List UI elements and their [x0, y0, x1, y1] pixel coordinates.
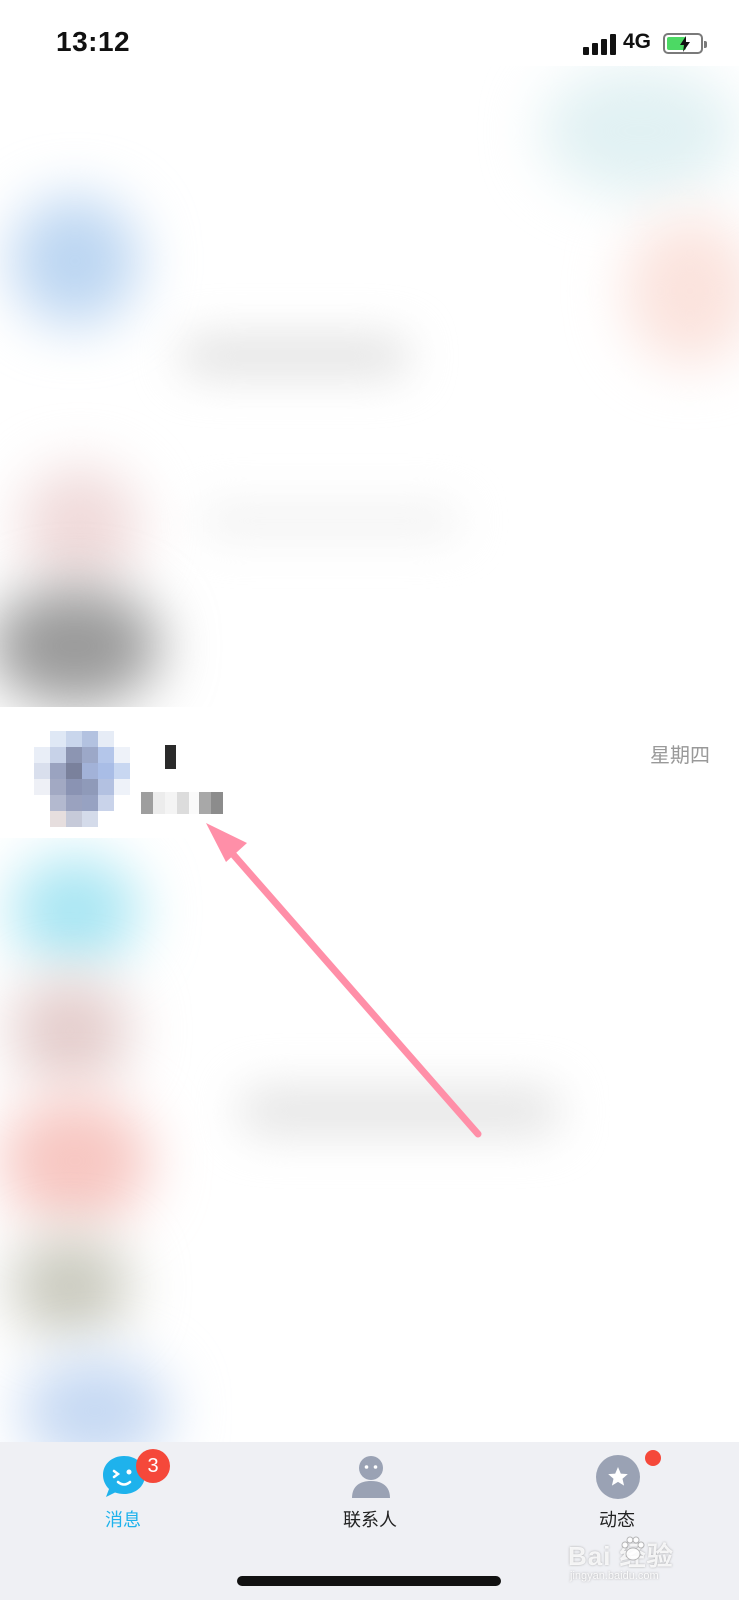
watermark-url: jingyan.baidu.com	[570, 1570, 659, 1582]
blurred-text	[200, 506, 460, 536]
status-bar: 13:12 4G	[0, 0, 739, 66]
battery-icon	[663, 33, 707, 54]
blurred-avatar	[20, 466, 140, 586]
blurred-text	[240, 1086, 560, 1136]
app-screen: 13:12 4G 星期四 3 消息 联系人 动态 Bai 经验 jingyan.…	[0, 0, 739, 1600]
blurred-avatar	[20, 1356, 170, 1442]
blurred-avatar	[0, 586, 160, 706]
star-feed-icon	[596, 1455, 640, 1499]
blurred-avatar	[625, 216, 739, 366]
blurred-avatar	[0, 1096, 150, 1226]
contact-name-redacted	[165, 745, 176, 769]
unread-count-badge: 3	[136, 1449, 170, 1483]
cellular-signal-icon	[583, 33, 617, 55]
chat-row-focused[interactable]: 星期四	[0, 707, 739, 838]
network-type: 4G	[623, 30, 652, 53]
tab-label-feed: 动态	[599, 1510, 635, 1530]
contact-avatar	[34, 731, 130, 827]
charging-bolt-icon	[680, 36, 690, 52]
message-preview-redacted	[141, 792, 223, 814]
status-time: 13:12	[56, 26, 131, 57]
blurred-avatar	[10, 856, 140, 966]
blurred-text	[180, 336, 410, 376]
tab-messages[interactable]: 3 消息	[43, 1442, 203, 1552]
new-activity-dot	[645, 1450, 661, 1466]
blurred-avatar	[10, 976, 130, 1086]
baidu-paw-icon	[621, 1536, 645, 1561]
tab-contacts[interactable]: 联系人	[290, 1442, 450, 1552]
blurred-avatar	[10, 1236, 130, 1336]
baidu-jingyan-watermark: Bai 经验 jingyan.baidu.com	[566, 1530, 716, 1588]
home-indicator[interactable]	[237, 1576, 501, 1586]
chat-timestamp: 星期四	[650, 745, 710, 767]
blurred-avatar	[540, 66, 739, 196]
tab-label-messages: 消息	[105, 1510, 141, 1530]
contacts-person-icon	[352, 1456, 390, 1498]
blurred-avatar	[10, 196, 140, 326]
tab-label-contacts: 联系人	[343, 1510, 397, 1530]
